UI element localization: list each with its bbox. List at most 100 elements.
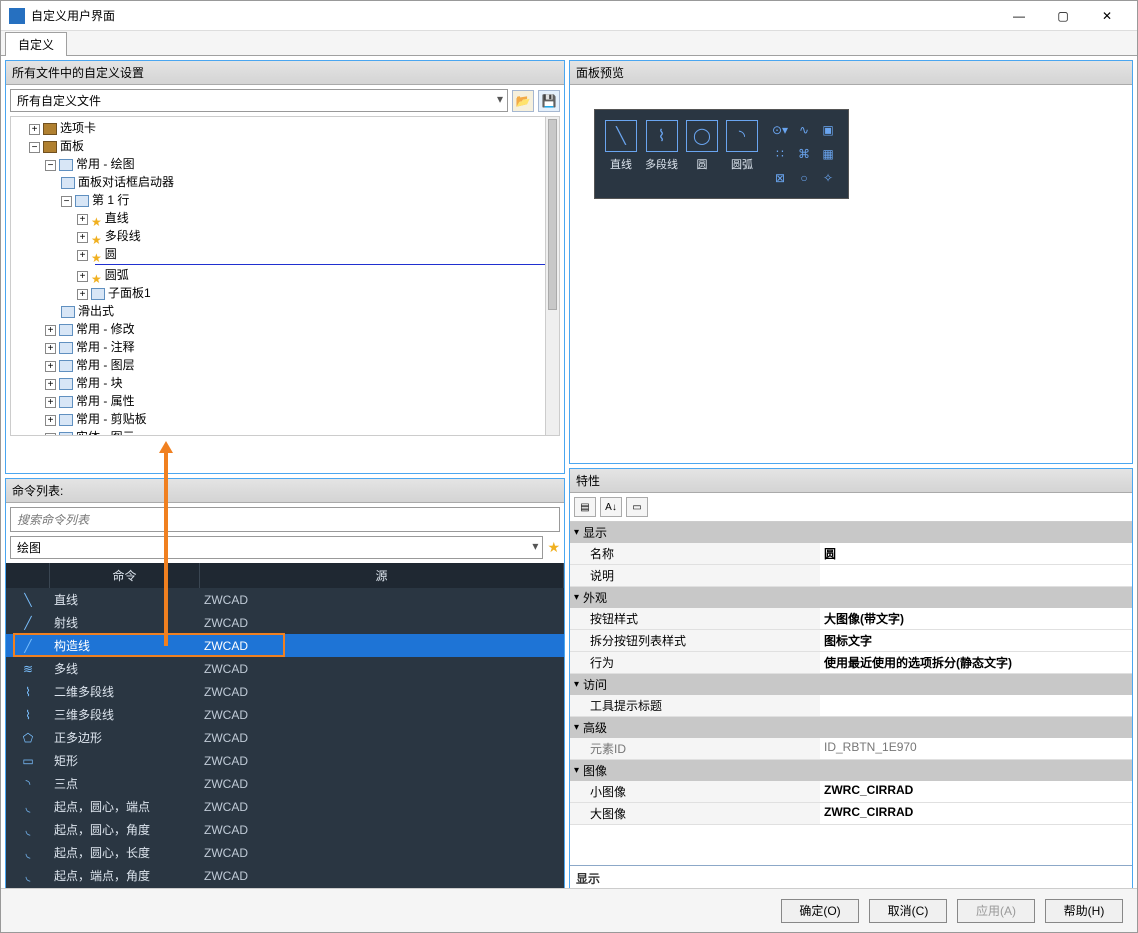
properties-panel: 特性 ▤ A↓ ▭ ▾显示 名称圆 说明 ▾外观 按钮样式大图像(带文字) 拆分… bbox=[569, 468, 1133, 892]
preview-canvas: ╲直线 ⌇多段线 ◯圆 ◝圆弧 ⊙▾∿▣ ∷⌘▦ ⊠○✧ bbox=[594, 109, 849, 199]
tab-custom[interactable]: 自定义 bbox=[5, 32, 67, 56]
tree-node-subpanel1[interactable]: 子面板1 bbox=[108, 286, 151, 300]
mini-icon[interactable]: ⊙▾ bbox=[770, 120, 790, 140]
property-grid[interactable]: ▾显示 名称圆 说明 ▾外观 按钮样式大图像(带文字) 拆分按钮列表样式图标文字… bbox=[570, 522, 1132, 825]
command-row[interactable]: ╱射线ZWCAD bbox=[6, 611, 564, 634]
command-row[interactable]: ◟起点，圆心，端点ZWCAD bbox=[6, 795, 564, 818]
tree-node-ent-prim[interactable]: 实体 - 图元 bbox=[76, 430, 135, 436]
tree-node-dialog-launcher[interactable]: 面板对话框启动器 bbox=[78, 175, 174, 189]
command-search-input[interactable]: 搜索命令列表 bbox=[10, 507, 560, 532]
favorite-star-icon[interactable]: ★ bbox=[547, 539, 560, 556]
prop-name-value[interactable]: 圆 bbox=[820, 543, 1132, 564]
command-row[interactable]: ▭矩形ZWCAD bbox=[6, 749, 564, 772]
prop-large-img-value[interactable]: ZWRC_CIRRAD bbox=[820, 803, 1132, 824]
close-button[interactable]: ✕ bbox=[1085, 2, 1129, 30]
apply-button[interactable]: 应用(A) bbox=[957, 899, 1035, 923]
title-bar: 自定义用户界面 — ▢ ✕ bbox=[1, 1, 1137, 31]
files-dropdown[interactable]: 所有自定义文件 bbox=[10, 89, 508, 112]
command-source: ZWCAD bbox=[200, 731, 564, 745]
command-table[interactable]: 命令 源 ╲直线ZWCAD╱射线ZWCAD╱构造线ZWCAD≋多线ZWCAD⌇二… bbox=[6, 563, 564, 891]
open-folder-button[interactable]: 📂 bbox=[512, 90, 534, 112]
command-name: 多线 bbox=[50, 660, 200, 677]
tree-node-pline[interactable]: 多段线 bbox=[105, 229, 141, 243]
preview-item-circle[interactable]: ◯圆 bbox=[686, 120, 718, 188]
command-source: ZWCAD bbox=[200, 754, 564, 768]
mini-icon[interactable]: ✧ bbox=[818, 168, 838, 188]
preview-small-icons: ⊙▾∿▣ ∷⌘▦ ⊠○✧ bbox=[770, 120, 838, 188]
col-header-source[interactable]: 源 bbox=[200, 563, 564, 588]
tree-node-common-block[interactable]: 常用 - 块 bbox=[76, 376, 123, 390]
command-row[interactable]: ╲直线ZWCAD bbox=[6, 588, 564, 611]
prop-small-img-value[interactable]: ZWRC_CIRRAD bbox=[820, 781, 1132, 802]
command-source: ZWCAD bbox=[200, 777, 564, 791]
mini-icon[interactable]: ∿ bbox=[794, 120, 814, 140]
mini-icon[interactable]: ▦ bbox=[818, 144, 838, 164]
save-button[interactable]: 💾 bbox=[538, 90, 560, 112]
preview-item-pline[interactable]: ⌇多段线 bbox=[645, 120, 678, 188]
prop-btnstyle-value[interactable]: 大图像(带文字) bbox=[820, 608, 1132, 629]
command-row[interactable]: ◟起点，圆心，角度ZWCAD bbox=[6, 818, 564, 841]
command-row[interactable]: ╱构造线ZWCAD bbox=[6, 634, 564, 657]
preview-item-arc[interactable]: ◝圆弧 bbox=[726, 120, 758, 188]
command-name: 起点，端点，角度 bbox=[50, 867, 200, 884]
tree-node-line[interactable]: 直线 bbox=[105, 211, 129, 225]
command-source: ZWCAD bbox=[200, 869, 564, 883]
mini-icon[interactable]: ○ bbox=[794, 168, 814, 188]
tree-node-circle[interactable]: 圆 bbox=[105, 247, 117, 261]
minimize-button[interactable]: — bbox=[997, 2, 1041, 30]
pages-button[interactable]: ▭ bbox=[626, 497, 648, 517]
main-area: 所有文件中的自定义设置 所有自定义文件 📂 💾 +选项卡 −面板 bbox=[1, 56, 1137, 896]
command-icon: ◟ bbox=[6, 846, 50, 860]
tree-node-common-attr[interactable]: 常用 - 属性 bbox=[76, 394, 135, 408]
prop-tooltip-value[interactable] bbox=[820, 695, 1132, 716]
command-row[interactable]: ≋多线ZWCAD bbox=[6, 657, 564, 680]
command-name: 三点 bbox=[50, 775, 200, 792]
tree-node-slideout[interactable]: 滑出式 bbox=[78, 304, 114, 318]
mini-icon[interactable]: ⊠ bbox=[770, 168, 790, 188]
tree-node-common-layer[interactable]: 常用 - 图层 bbox=[76, 358, 135, 372]
command-icon: ◟ bbox=[6, 869, 50, 883]
alphabetical-view-button[interactable]: A↓ bbox=[600, 497, 622, 517]
prop-behavior-value[interactable]: 使用最近使用的选项拆分(静态文字) bbox=[820, 652, 1132, 673]
command-name: 射线 bbox=[50, 614, 200, 631]
tree-node-common-modify[interactable]: 常用 - 修改 bbox=[76, 322, 135, 336]
tree-node-common-draw[interactable]: 常用 - 绘图 bbox=[76, 157, 135, 171]
command-row[interactable]: ⬠正多边形ZWCAD bbox=[6, 726, 564, 749]
command-icon: ⌇ bbox=[6, 685, 50, 699]
maximize-button[interactable]: ▢ bbox=[1041, 2, 1085, 30]
tree-node-panel[interactable]: 面板 bbox=[60, 139, 84, 153]
tree-node-row1[interactable]: 第 1 行 bbox=[92, 193, 129, 207]
col-header-command[interactable]: 命令 bbox=[50, 563, 200, 588]
prop-split-value[interactable]: 图标文字 bbox=[820, 630, 1132, 651]
tree-node-common-clip[interactable]: 常用 - 剪贴板 bbox=[76, 412, 147, 426]
tree-scrollbar[interactable] bbox=[545, 117, 559, 435]
window-title: 自定义用户界面 bbox=[31, 7, 997, 24]
ok-button[interactable]: 确定(O) bbox=[781, 899, 859, 923]
prop-desc-value[interactable] bbox=[820, 565, 1132, 586]
mini-icon[interactable]: ∷ bbox=[770, 144, 790, 164]
command-row[interactable]: ◟起点，端点，角度ZWCAD bbox=[6, 864, 564, 887]
mini-icon[interactable]: ▣ bbox=[818, 120, 838, 140]
tree-node-arc[interactable]: 圆弧 bbox=[105, 268, 129, 282]
command-filter-dropdown[interactable]: 绘图 bbox=[10, 536, 543, 559]
command-row[interactable]: ⌇二维多段线ZWCAD bbox=[6, 680, 564, 703]
custom-settings-header: 所有文件中的自定义设置 bbox=[6, 61, 564, 85]
help-button[interactable]: 帮助(H) bbox=[1045, 899, 1123, 923]
command-list-header: 命令列表: bbox=[6, 479, 564, 503]
preview-item-line[interactable]: ╲直线 bbox=[605, 120, 637, 188]
command-row[interactable]: ◝三点ZWCAD bbox=[6, 772, 564, 795]
tree-node-tabcard[interactable]: 选项卡 bbox=[60, 121, 96, 135]
categorized-view-button[interactable]: ▤ bbox=[574, 497, 596, 517]
customization-tree[interactable]: +选项卡 −面板 −常用 - 绘图 面板对话框启动器 −第 1 行 bbox=[11, 117, 559, 436]
command-name: 三维多段线 bbox=[50, 706, 200, 723]
mini-icon[interactable]: ⌘ bbox=[794, 144, 814, 164]
command-source: ZWCAD bbox=[200, 616, 564, 630]
properties-toolbar: ▤ A↓ ▭ bbox=[570, 493, 1132, 522]
command-source: ZWCAD bbox=[200, 662, 564, 676]
command-source: ZWCAD bbox=[200, 800, 564, 814]
command-row[interactable]: ⌇三维多段线ZWCAD bbox=[6, 703, 564, 726]
cancel-button[interactable]: 取消(C) bbox=[869, 899, 947, 923]
command-source: ZWCAD bbox=[200, 639, 564, 653]
command-row[interactable]: ◟起点，圆心，长度ZWCAD bbox=[6, 841, 564, 864]
tree-node-common-annot[interactable]: 常用 - 注释 bbox=[76, 340, 135, 354]
